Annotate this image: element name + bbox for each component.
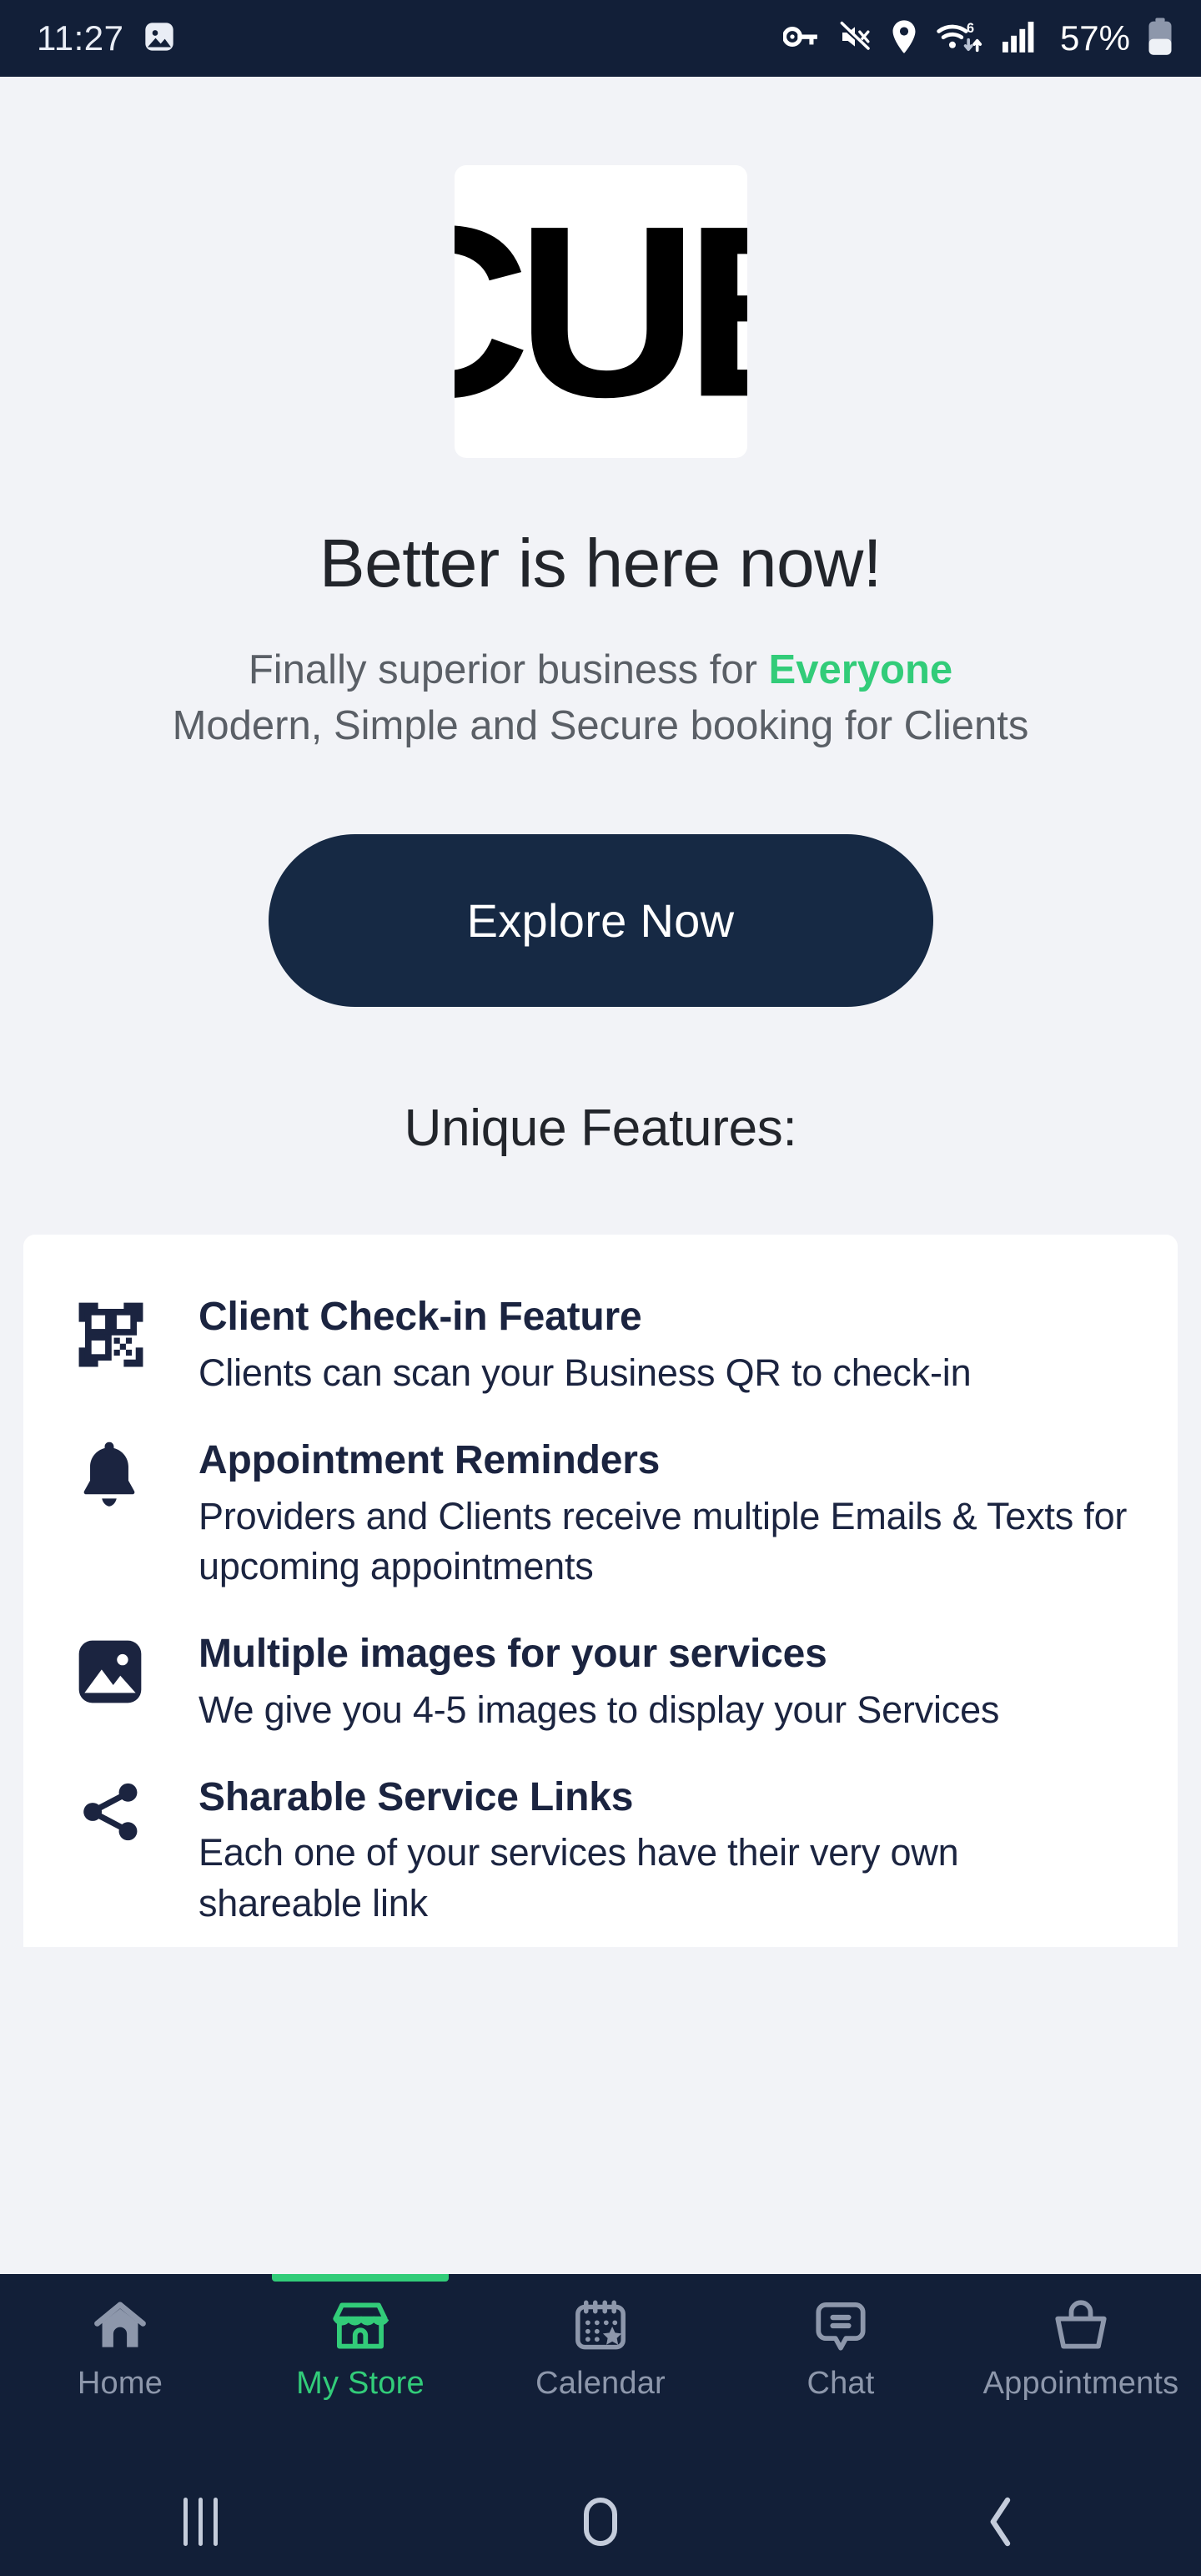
android-back-button[interactable] <box>801 2496 1201 2548</box>
back-chevron-icon <box>990 2497 1011 2547</box>
calendar-star-icon <box>575 2300 626 2350</box>
chat-bubble-icon <box>816 2302 866 2351</box>
nav-label: My Store <box>296 2366 425 2401</box>
svg-text:6: 6 <box>967 20 974 35</box>
feature-row-client-checkin[interactable]: Client Check-in Feature Clients can scan… <box>23 1273 1178 1416</box>
qr-code-scan-icon <box>77 1291 168 1371</box>
feature-description: We give you 4-5 images to display your S… <box>198 1688 1000 1731</box>
app-logo-tile: CUB <box>454 165 747 458</box>
status-bar: 11:27 6 57% <box>0 0 1201 77</box>
subtitle-prefix: Finally superior business for <box>248 647 769 692</box>
android-home-button[interactable] <box>400 2498 801 2546</box>
nav-label: Home <box>77 2366 163 2401</box>
feature-text: Multiple images for your services We giv… <box>168 1628 1131 1735</box>
app-logo-text: CUB <box>455 174 747 449</box>
photo-icon <box>143 20 176 58</box>
nav-item-calendar[interactable]: Calendar <box>480 2299 721 2402</box>
feature-description: Providers and Clients receive multiple E… <box>198 1494 1128 1587</box>
subtitle-line-2: Modern, Simple and Secure booking for Cl… <box>172 702 1029 748</box>
nav-item-chat[interactable]: Chat <box>721 2299 961 2402</box>
nav-label: Calendar <box>535 2366 666 2401</box>
home-icon <box>94 2302 146 2347</box>
status-bar-left: 11:27 <box>37 20 176 58</box>
android-recents-button[interactable] <box>0 2498 400 2546</box>
feature-text: Appointment Reminders Providers and Clie… <box>168 1435 1131 1592</box>
active-tab-indicator <box>272 2274 449 2282</box>
nav-item-home[interactable]: Home <box>0 2299 240 2402</box>
nav-label: Appointments <box>982 2366 1179 2401</box>
main-content: CUB Better is here now! Finally superior… <box>0 77 1201 2576</box>
feature-text: Sharable Service Links Each one of your … <box>168 1772 1131 1929</box>
battery-percent-label: 57% <box>1059 18 1130 58</box>
vpn-key-icon <box>781 21 820 57</box>
share-icon <box>77 1772 168 1852</box>
feature-title: Appointment Reminders <box>198 1438 661 1483</box>
cta-container: Explore Now <box>0 834 1201 1008</box>
image-icon <box>77 1628 168 1708</box>
nav-item-my-store[interactable]: My Store <box>240 2274 480 2402</box>
status-time: 11:27 <box>37 18 124 58</box>
feature-description: Each one of your services have their ver… <box>198 1831 959 1924</box>
nav-label: Chat <box>807 2366 875 2401</box>
storefront-icon <box>333 2302 389 2349</box>
bell-icon <box>77 1435 168 1515</box>
phone-screen: 11:27 6 57% U Better is here now! Finall… <box>0 0 1201 2576</box>
features-heading: Unique Features: <box>404 1099 797 1158</box>
battery-icon <box>1148 18 1173 60</box>
location-pin-icon <box>890 19 918 58</box>
explore-now-button[interactable]: Explore Now <box>268 834 933 1008</box>
cellular-signal-icon <box>1002 20 1038 58</box>
feature-row-appointment-reminders[interactable]: Appointment Reminders Providers and Clie… <box>23 1416 1178 1610</box>
feature-row-multiple-images[interactable]: Multiple images for your services We giv… <box>23 1610 1178 1753</box>
subtitle-accent-word: Everyone <box>768 647 953 692</box>
wifi-6-icon: 6 <box>936 18 984 59</box>
feature-row-sharable-links[interactable]: Sharable Service Links Each one of your … <box>23 1753 1178 1947</box>
feature-title: Sharable Service Links <box>198 1774 634 1819</box>
status-bar-right: 6 57% <box>781 18 1173 60</box>
home-pill-icon <box>584 2498 617 2546</box>
feature-description: Clients can scan your Business QR to che… <box>198 1351 972 1394</box>
android-navigation-bar <box>0 2468 1201 2576</box>
page-title: Better is here now! <box>319 526 882 601</box>
volume-mute-icon <box>837 20 872 58</box>
feature-title: Multiple images for your services <box>198 1632 827 1677</box>
logo-container: CUB <box>0 77 1201 458</box>
feature-title: Client Check-in Feature <box>198 1295 642 1340</box>
subtitle-line-1: Finally superior business for Everyone <box>0 643 1201 697</box>
recents-icon <box>183 2498 218 2546</box>
basket-icon <box>1055 2300 1107 2349</box>
nav-item-appointments[interactable]: Appointments <box>961 2299 1201 2402</box>
bottom-navigation-bar: Home My Store Calendar Chat Appointments <box>0 2274 1201 2468</box>
features-card: Client Check-in Feature Clients can scan… <box>23 1235 1178 1947</box>
feature-text: Client Check-in Feature Clients can scan… <box>168 1291 1131 1398</box>
